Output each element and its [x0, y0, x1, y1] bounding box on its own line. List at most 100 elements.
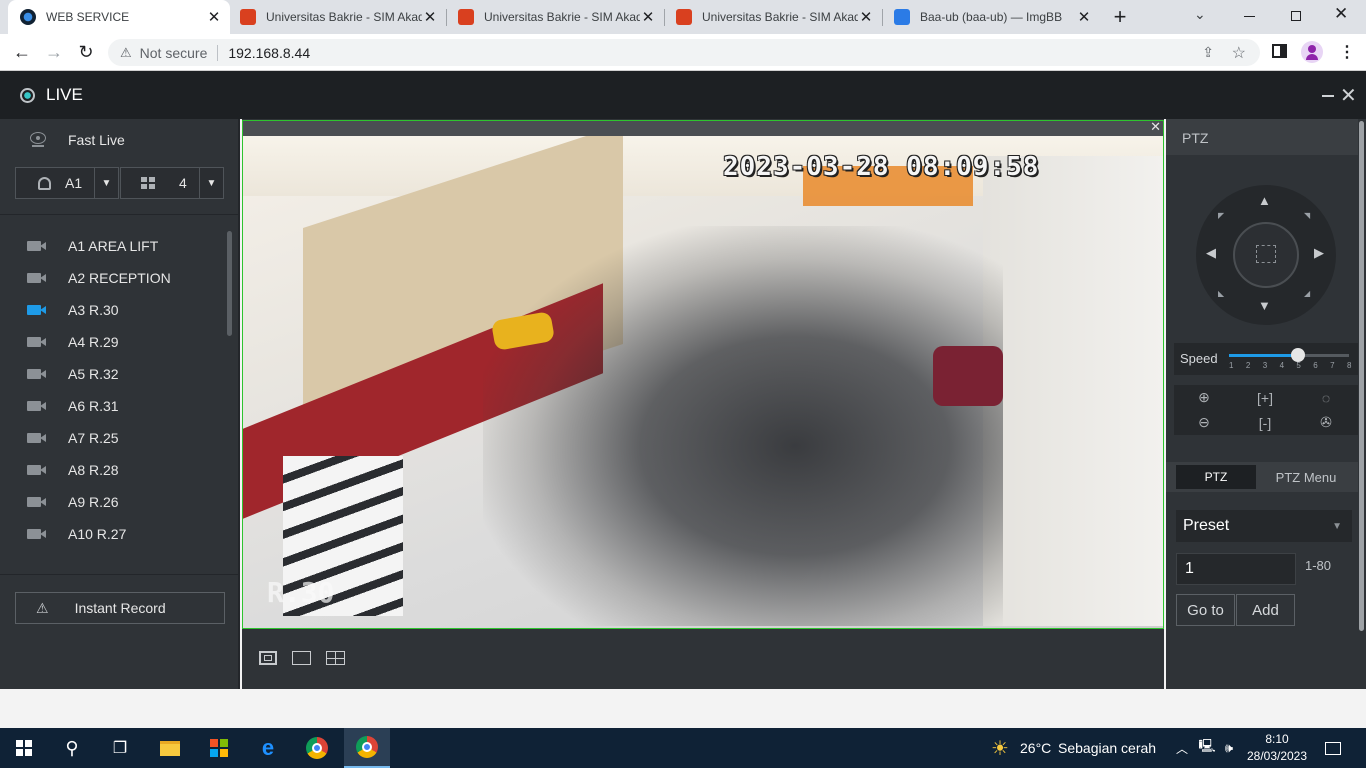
preset-select[interactable]: Preset ▼: [1176, 510, 1352, 542]
ptz-down-right-icon[interactable]: ◢: [1304, 289, 1310, 298]
camera-list-scrollbar[interactable]: [227, 231, 232, 336]
microsoft-store-icon[interactable]: [203, 728, 235, 768]
instant-record-button[interactable]: ⚠ Instant Record: [15, 592, 225, 624]
chrome-profile-active-icon[interactable]: [344, 728, 390, 768]
chrome-icon[interactable]: [301, 728, 333, 768]
forward-button[interactable]: →: [40, 34, 68, 71]
volume-icon[interactable]: 🕪: [1220, 728, 1238, 768]
reload-button[interactable]: ↻: [72, 34, 100, 71]
browser-toolbar: ← → ↻ ⚠ Not secure 192.168.8.44 ⇪ ☆ ⋮: [0, 34, 1366, 71]
tab-ptz[interactable]: PTZ: [1176, 465, 1256, 489]
camera-icon: [27, 431, 48, 445]
windows-start-icon[interactable]: [8, 728, 40, 768]
url-text[interactable]: 192.168.8.44: [228, 45, 310, 61]
minimize-panel-button[interactable]: [1322, 95, 1334, 97]
video-window-selected[interactable]: ✕ 2023-03-28 08:09:58 R.30: [242, 119, 1164, 629]
ptz-left-icon[interactable]: ◀: [1206, 245, 1216, 261]
camera-list-item[interactable]: A7 R.25: [27, 422, 119, 454]
camera-list-item[interactable]: A5 R.32: [27, 358, 119, 390]
tab-sim-akad-2[interactable]: Universitas Bakrie - SIM Akad ✕: [446, 0, 664, 34]
camera-list-item[interactable]: A8 R.28: [27, 454, 119, 486]
camera-icon: [27, 463, 48, 477]
restore-window-button[interactable]: [1284, 8, 1308, 26]
fit-screen-icon[interactable]: [259, 651, 277, 665]
speed-ticks: 1 2 3 4 5 6 7 8: [1229, 361, 1353, 373]
camera-list-item[interactable]: A1 AREA LIFT: [27, 230, 158, 262]
camera-list-item[interactable]: A4 R.29: [27, 326, 119, 358]
tab-sim-akad-3[interactable]: Universitas Bakrie - SIM Akad ✕: [664, 0, 882, 34]
bookmark-star-icon[interactable]: ☆: [1232, 43, 1246, 63]
new-tab-button[interactable]: +: [1107, 4, 1133, 30]
tab-imgbb[interactable]: Baa-ub (baa-ub) — ImgBB ✕: [882, 0, 1100, 34]
iris-close-icon[interactable]: ✇: [1296, 410, 1356, 435]
ptz-direction-pad[interactable]: ▲ ▼ ◀ ▶ ◤ ◥ ◣ ◢: [1196, 185, 1336, 325]
tab-sim-akad-1[interactable]: Universitas Bakrie - SIM Akad ✕: [228, 0, 446, 34]
tab-title: Universitas Bakrie - SIM Akad: [266, 10, 422, 24]
ptz-title: PTZ: [1182, 130, 1209, 146]
task-view-icon[interactable]: ❐: [104, 728, 136, 768]
single-view-icon[interactable]: [292, 651, 311, 665]
tab-ptz-menu[interactable]: PTZ Menu: [1266, 465, 1346, 489]
file-explorer-icon[interactable]: [154, 728, 186, 768]
layout-select[interactable]: 4 ▼: [120, 167, 224, 199]
weather-description[interactable]: Sebagian cerah: [1058, 728, 1156, 768]
speed-slider-handle[interactable]: [1290, 348, 1305, 362]
browser-menu-icon[interactable]: ⋮: [1339, 42, 1355, 62]
network-icon[interactable]: 🖳: [1198, 728, 1216, 768]
back-button[interactable]: ←: [8, 34, 36, 71]
ptz-up-left-icon[interactable]: ◤: [1218, 211, 1224, 220]
close-video-icon[interactable]: ✕: [1150, 119, 1161, 135]
zoom-out-icon[interactable]: ⊖: [1174, 410, 1234, 435]
camera-label: A1 AREA LIFT: [68, 238, 159, 254]
security-label[interactable]: Not secure: [140, 45, 208, 61]
internet-explorer-icon[interactable]: e: [252, 728, 284, 768]
omnibox[interactable]: ⚠ Not secure 192.168.8.44 ⇪ ☆: [108, 39, 1260, 66]
notifications-icon[interactable]: [1322, 728, 1344, 768]
camera-feed[interactable]: 2023-03-28 08:09:58 R.30: [243, 136, 1163, 628]
clock-time: 8:10: [1265, 732, 1289, 746]
close-panel-button[interactable]: ✕: [1340, 83, 1357, 108]
camera-list-item[interactable]: A10 R.27: [27, 518, 126, 550]
ptz-down-icon[interactable]: ▼: [1258, 298, 1271, 313]
chevron-down-icon[interactable]: ▼: [199, 168, 223, 198]
speed-slider-track[interactable]: [1229, 348, 1349, 362]
close-tab-icon[interactable]: ✕: [858, 8, 874, 26]
side-panel-icon[interactable]: [1272, 44, 1287, 58]
close-tab-icon[interactable]: ✕: [206, 8, 222, 26]
zoom-in-icon[interactable]: ⊕: [1174, 385, 1234, 410]
goto-preset-button[interactable]: Go to: [1176, 594, 1235, 626]
camera-list-item[interactable]: A2 RECEPTION: [27, 262, 171, 294]
weather-temperature[interactable]: 26°C: [1020, 728, 1051, 768]
iris-open-icon[interactable]: ◌: [1296, 385, 1356, 410]
minimize-window-button[interactable]: [1238, 8, 1262, 26]
close-tab-icon[interactable]: ✕: [1076, 8, 1092, 26]
ptz-right-icon[interactable]: ▶: [1314, 245, 1324, 261]
camera-list-item[interactable]: A9 R.26: [27, 486, 119, 518]
focus-near-icon[interactable]: [+]: [1235, 385, 1295, 410]
focus-far-icon[interactable]: [-]: [1235, 410, 1295, 435]
search-icon[interactable]: ⚲: [56, 728, 88, 768]
chevron-up-icon[interactable]: ︿: [1174, 728, 1190, 768]
warning-icon[interactable]: ⚠: [120, 45, 132, 61]
close-tab-icon[interactable]: ✕: [422, 8, 438, 26]
preset-number-input[interactable]: 1: [1176, 553, 1296, 585]
add-preset-button[interactable]: Add: [1236, 594, 1295, 626]
ptz-up-right-icon[interactable]: ◥: [1304, 211, 1310, 220]
ptz-up-icon[interactable]: ▲: [1258, 193, 1271, 208]
close-tab-icon[interactable]: ✕: [640, 8, 656, 26]
tab-web-service[interactable]: WEB SERVICE ✕: [8, 0, 230, 34]
close-window-button[interactable]: ✕: [1334, 4, 1348, 24]
page-scrollbar-thumb[interactable]: [1359, 121, 1364, 631]
clock[interactable]: 8:10 28/03/2023: [1247, 728, 1307, 768]
quad-view-icon[interactable]: [326, 651, 345, 665]
tab-search-icon[interactable]: ⌄: [1194, 6, 1206, 23]
ptz-center-button[interactable]: [1233, 222, 1299, 288]
camera-list-item[interactable]: A3 R.30: [27, 294, 119, 326]
camera-list-item[interactable]: A6 R.31: [27, 390, 119, 422]
profile-avatar[interactable]: [1301, 41, 1323, 63]
channel-select[interactable]: A1 ▼: [15, 167, 119, 199]
ptz-down-left-icon[interactable]: ◣: [1218, 289, 1224, 298]
weather-icon[interactable]: ☀: [986, 728, 1014, 768]
share-icon[interactable]: ⇪: [1202, 44, 1214, 61]
chevron-down-icon[interactable]: ▼: [94, 168, 118, 198]
